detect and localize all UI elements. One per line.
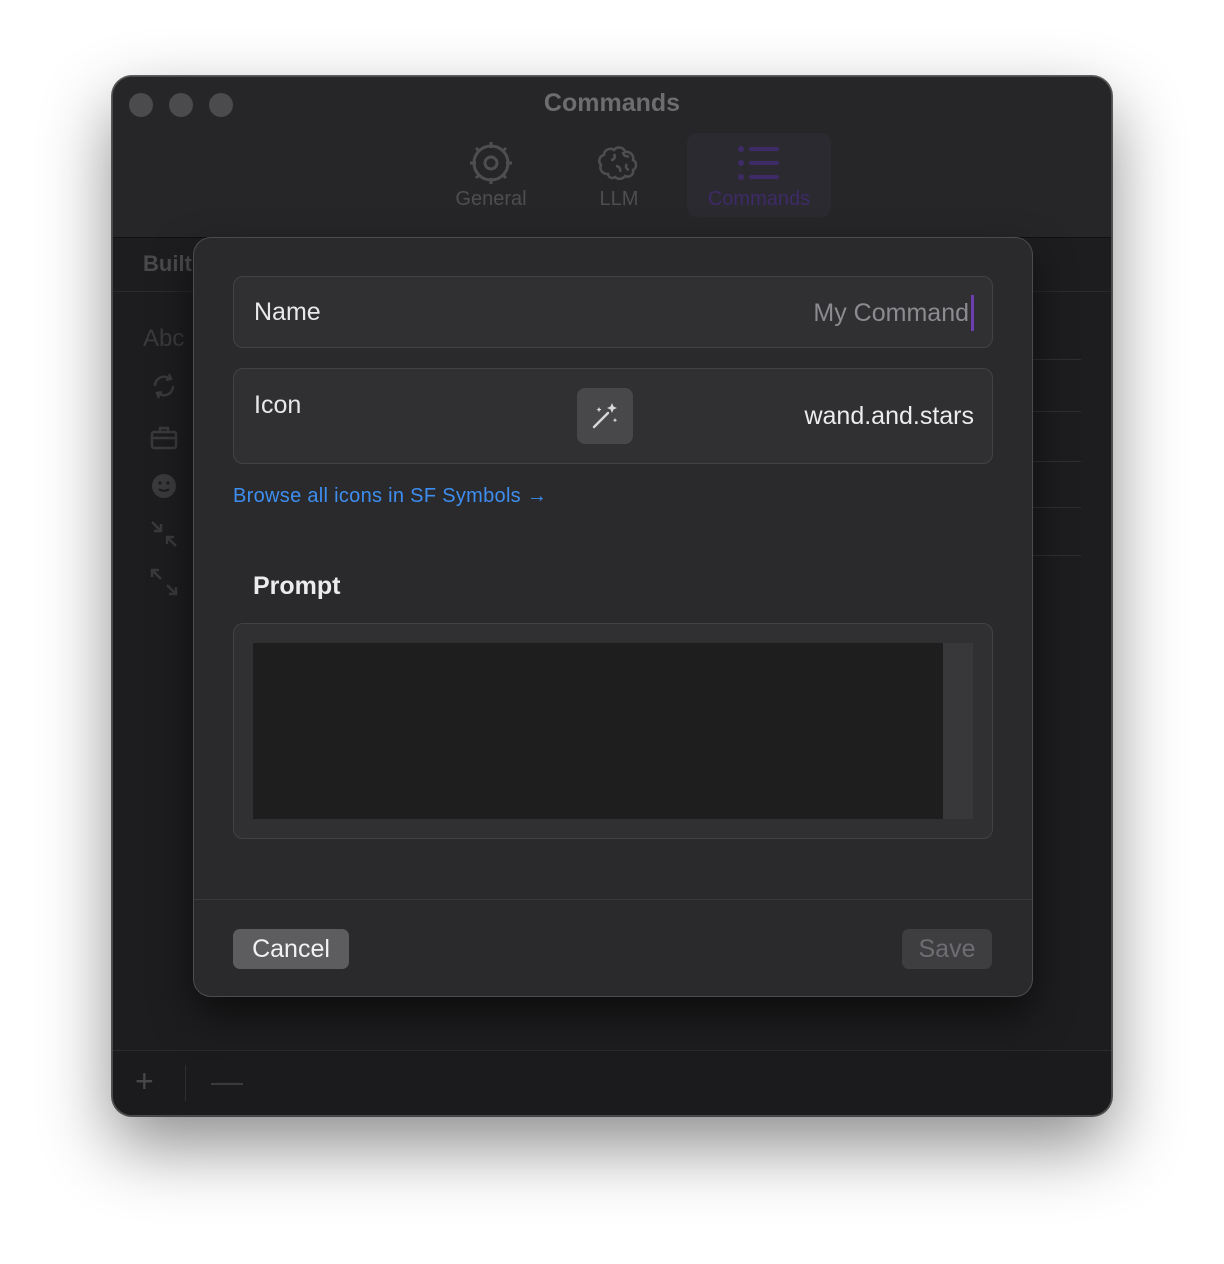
list-row-divider [1031,555,1081,556]
new-command-sheet: Name Icon Browse all icons in SF Symbols… [193,237,1033,997]
prompt-field-container [233,623,993,839]
prompt-textarea[interactable] [253,643,943,819]
wand-and-stars-icon [592,403,618,429]
remove-command-button[interactable]: — [211,1065,243,1097]
tab-general[interactable]: General [431,133,551,217]
list-item-text[interactable]: Abc [143,325,184,353]
bottom-bar-separator [185,1065,186,1101]
prompt-label: Prompt [253,572,341,600]
gear-icon [470,142,512,184]
name-input[interactable] [549,295,974,331]
tab-llm-label: LLM [599,188,639,210]
name-label: Name [254,298,321,326]
list-row-divider [1031,359,1081,360]
list-row-divider [1031,461,1081,462]
tab-general-label: General [455,188,527,210]
list-section-header: Built [143,251,192,276]
list-bottom-bar: + — [113,1050,1111,1115]
tab-commands[interactable]: Commands [687,133,831,217]
settings-window: Commands General LLM Commands Built Abc … [112,76,1112,1116]
icon-label: Icon [254,391,302,419]
prompt-scrollbar[interactable] [943,643,973,819]
list-row-divider [1031,507,1081,508]
list-row-divider [1031,411,1081,412]
smiley-icon[interactable] [149,471,179,501]
icon-name-input[interactable] [674,399,974,433]
list-bullet-icon [738,146,779,180]
arrows-inward-icon[interactable] [149,519,179,549]
icon-preview[interactable] [577,388,633,444]
arrow-rotate-icon[interactable] [149,371,179,401]
sheet-footer-divider [194,899,1032,900]
briefcase-icon[interactable] [149,423,179,453]
cancel-button[interactable]: Cancel [233,929,349,969]
arrows-outward-icon[interactable] [149,567,179,597]
name-field-row: Name [233,276,993,348]
title-bar: Commands General LLM Commands [113,77,1111,238]
preferences-tabs: General LLM Commands [431,133,839,217]
save-button[interactable]: Save [902,929,992,969]
icon-field-row: Icon [233,368,993,464]
tab-commands-label: Commands [707,188,811,210]
window-title: Commands [543,89,681,117]
tab-llm[interactable]: LLM [559,133,679,217]
add-command-button[interactable]: + [135,1065,154,1097]
brain-icon [598,146,638,181]
browse-sf-symbols-link[interactable]: Browse all icons in SF Symbols → [233,485,547,508]
